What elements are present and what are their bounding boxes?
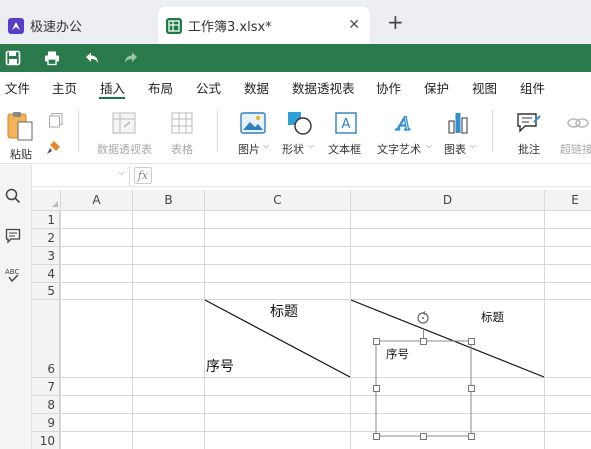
menu-item-protect[interactable]: 保护 — [424, 78, 449, 97]
row-header[interactable]: 4 — [32, 265, 60, 283]
chart-label[interactable]: 图表 — [444, 141, 466, 157]
spreadsheet-grid[interactable]: A B C D E 1 2 3 4 5 6 7 8 9 10 标题 序号 标题 … — [32, 187, 591, 449]
paste-button[interactable] — [6, 110, 36, 145]
tab-workbook-label: 工作簿3.xlsx* — [188, 20, 272, 35]
tab-bar: 极速办公 工作簿3.xlsx* ✕ + — [0, 0, 591, 44]
comment-label[interactable]: 批注 — [518, 141, 540, 157]
menu-item-view[interactable]: 视图 — [472, 78, 497, 97]
resize-handle[interactable] — [420, 338, 427, 345]
ribbon-separator — [492, 110, 493, 152]
active-menu-indicator — [99, 97, 125, 99]
chart-icon[interactable] — [447, 111, 469, 138]
pivot-table-icon[interactable] — [112, 112, 136, 137]
row-header[interactable]: 8 — [32, 396, 60, 414]
column-header[interactable]: B — [133, 190, 205, 210]
copy-icon[interactable] — [48, 112, 64, 131]
menu-item-layout[interactable]: 布局 — [148, 78, 173, 97]
comment-icon[interactable] — [5, 228, 21, 247]
quick-access-toolbar — [0, 44, 591, 72]
column-header[interactable]: A — [61, 190, 133, 210]
resize-handle[interactable] — [373, 433, 380, 440]
svg-text:A: A — [342, 117, 351, 132]
menu-item-collab[interactable]: 协作 — [376, 78, 401, 97]
resize-handle[interactable] — [468, 338, 475, 345]
tab-home-label: 极速办公 — [30, 20, 83, 35]
chevron-down-icon: ⌵ — [470, 141, 477, 150]
row-header[interactable]: 3 — [32, 247, 60, 265]
resize-handle[interactable] — [373, 338, 380, 345]
resize-handle[interactable] — [373, 385, 380, 392]
app-logo-icon — [8, 17, 24, 34]
row-header[interactable]: 1 — [32, 211, 60, 229]
picture-label[interactable]: 图片 — [238, 141, 260, 157]
chevron-down-icon: ⌵ — [308, 141, 315, 150]
menu-item-home[interactable]: 主页 — [52, 78, 77, 97]
word-art-label[interactable]: 文字艺术 — [377, 141, 421, 157]
column-header[interactable]: C — [205, 190, 351, 210]
shape-seq-text[interactable]: 序号 — [386, 346, 409, 362]
column-header[interactable]: E — [545, 190, 591, 210]
row-header[interactable]: 6 — [32, 300, 60, 378]
resize-handle[interactable] — [420, 433, 427, 440]
menu-item-plugins[interactable]: 组件 — [520, 78, 545, 97]
resize-handle[interactable] — [468, 433, 475, 440]
menu-item-pivot[interactable]: 数据透视表 — [292, 78, 355, 97]
pivot-table-label: 数据透视表 — [97, 143, 152, 156]
cell-c6-title: 标题 — [270, 304, 298, 320]
print-icon[interactable] — [44, 50, 60, 66]
search-icon[interactable] — [5, 188, 21, 207]
row-header[interactable]: 2 — [32, 229, 60, 247]
table-icon[interactable] — [171, 112, 193, 137]
row-header[interactable]: 5 — [32, 283, 60, 300]
menu-item-insert[interactable]: 插入 — [100, 78, 125, 97]
menu-item-file[interactable]: 文件 — [5, 78, 30, 97]
row-header[interactable]: 9 — [32, 414, 60, 432]
hyperlink-label: 超链接 — [560, 143, 591, 156]
menu-bar: 文件 主页 插入 布局 公式 数据 数据透视表 协作 保护 视图 组件 — [0, 72, 591, 100]
spellcheck-icon[interactable]: ABC — [4, 266, 22, 287]
tab-workbook[interactable]: 工作簿3.xlsx* ✕ — [158, 7, 370, 44]
paste-icon — [7, 112, 33, 141]
tab-home[interactable]: 极速办公 — [0, 7, 150, 44]
formula-bar: ⌵ fx — [32, 165, 591, 187]
ribbon-separator — [217, 110, 218, 152]
resize-handle[interactable] — [468, 385, 475, 392]
ribbon-separator — [78, 110, 79, 152]
paste-label: 粘贴 — [10, 148, 32, 161]
text-box-icon[interactable]: A — [335, 112, 357, 137]
redo-icon[interactable] — [123, 50, 139, 66]
undo-icon[interactable] — [84, 50, 100, 66]
save-icon[interactable] — [5, 50, 21, 66]
new-tab-button[interactable]: + — [387, 12, 404, 32]
rotate-handle-icon[interactable] — [416, 311, 430, 328]
chevron-down-icon: ⌵ — [263, 141, 270, 150]
comment-insert-icon[interactable] — [516, 112, 542, 137]
fx-icon[interactable]: fx — [134, 167, 152, 184]
column-header[interactable]: D — [351, 190, 545, 210]
table-label: 表格 — [171, 143, 193, 156]
text-box-label[interactable]: 文本框 — [328, 141, 361, 157]
shape-title-text[interactable]: 标题 — [481, 309, 504, 325]
chevron-down-icon[interactable]: ⌵ — [118, 168, 125, 178]
word-art-icon[interactable]: A — [393, 112, 415, 137]
svg-text:A: A — [395, 113, 411, 134]
ribbon-insert: 粘贴 数据透视表 表格 图片 ⌵ 形状 ⌵ A 文本框 A 文字艺术 ⌵ 图表 … — [0, 100, 591, 164]
row-header[interactable]: 7 — [32, 378, 60, 396]
picture-icon[interactable] — [240, 112, 266, 137]
cell-c6-seq: 序号 — [206, 359, 234, 375]
close-icon[interactable]: ✕ — [348, 17, 360, 33]
menu-item-data[interactable]: 数据 — [244, 78, 269, 97]
hyperlink-icon[interactable] — [566, 114, 591, 135]
shape-icon[interactable] — [287, 111, 313, 138]
shape-label[interactable]: 形状 — [282, 141, 304, 157]
row-header[interactable]: 10 — [32, 432, 60, 449]
spreadsheet-icon — [166, 17, 182, 34]
format-painter-icon[interactable] — [46, 140, 64, 159]
grid-lines — [32, 190, 591, 449]
left-side-panel: ABC — [0, 165, 32, 449]
name-box[interactable]: ⌵ — [32, 166, 130, 186]
chevron-down-icon: ⌵ — [426, 141, 433, 150]
menu-item-formula[interactable]: 公式 — [196, 78, 221, 97]
